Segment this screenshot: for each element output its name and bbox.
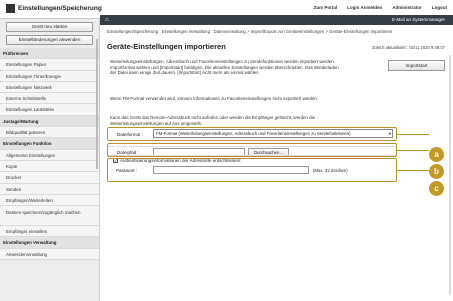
sidebar-section-heading: Einstellungen Funktion bbox=[0, 138, 99, 150]
callout-frame-c bbox=[107, 158, 397, 182]
sidebar-item[interactable]: Externe Schnittstelle bbox=[0, 93, 99, 105]
app-title: Einstellungen/Speicherung bbox=[18, 5, 102, 12]
sidebar-item[interactable]: Drucker bbox=[0, 172, 99, 184]
last-updated-text: Zuletzt aktualisiert : 03/11 2020 9:48:0… bbox=[371, 45, 445, 50]
top-links: Zum Portal Login Anmelden Administrator … bbox=[314, 5, 447, 10]
callout-line-c bbox=[397, 170, 429, 171]
callout-frame-b bbox=[107, 143, 397, 157]
sidebar-item[interactable]: Einstellungen Lautstärke bbox=[0, 104, 99, 116]
import-start-button[interactable]: Importstart bbox=[388, 60, 445, 71]
sidebar-item[interactable]: Senden bbox=[0, 183, 99, 195]
sidebar-item[interactable]: Empfangen/Weiterleiten bbox=[0, 194, 99, 207]
login-user-label: Login Anmelden bbox=[347, 5, 383, 10]
administrator-label: Administrator bbox=[392, 5, 422, 10]
page-title: Geräte-Einstellungen importieren bbox=[107, 42, 226, 51]
sidebar-scrollbar[interactable] bbox=[96, 39, 98, 169]
sub-bar: ⌂ E-Mail an Systemmanager bbox=[100, 15, 453, 25]
callout-a: a bbox=[429, 147, 444, 162]
fm-format-note: Wenn FM-Format verwendet wird, können In… bbox=[110, 96, 319, 101]
logout-link[interactable]: Logout bbox=[432, 5, 447, 10]
sidebar-section-heading: Präferenzen bbox=[0, 48, 99, 60]
callout-b: b bbox=[429, 164, 444, 179]
remote-addressbook-note: Kann das Gerät das Remote-Adressbuch nic… bbox=[110, 115, 316, 126]
sidebar-item[interactable]: Bildqualität justieren bbox=[0, 127, 99, 139]
portal-link[interactable]: Zum Portal bbox=[314, 5, 338, 10]
callout-line-b bbox=[397, 150, 429, 151]
sidebar-menu: Präferenzen Einstellungen Papier Einstellu… bbox=[0, 48, 99, 261]
callout-line-a bbox=[397, 134, 429, 135]
settings-icon bbox=[6, 4, 15, 13]
sidebar-section-heading: Einstellungen Verwaltung bbox=[0, 237, 99, 249]
apply-settings-button[interactable]: Einstelländerungen anwenden bbox=[6, 35, 93, 45]
home-icon[interactable]: ⌂ bbox=[105, 17, 111, 23]
sidebar-item[interactable]: Einstellungen Netzwerk bbox=[0, 81, 99, 94]
breadcrumb: Einstellungen/Speicherung : Einstellunge… bbox=[107, 29, 393, 34]
sidebar: Gerät neu starten Einstelländerungen anw… bbox=[0, 19, 100, 301]
app-brand: Einstellungen/Speicherung bbox=[6, 4, 102, 13]
description-text: Weiterleitungseinstellungen, Adressbuch … bbox=[110, 59, 339, 76]
restart-device-button[interactable]: Gerät neu starten bbox=[6, 22, 93, 32]
sidebar-item[interactable]: Empfänger einstellen bbox=[0, 226, 99, 238]
sidebar-item[interactable]: Kopie bbox=[0, 160, 99, 173]
email-admin-link[interactable]: E-Mail an Systemmanager bbox=[392, 17, 445, 22]
sidebar-section-heading: Justage/Wartung bbox=[0, 115, 99, 128]
sidebar-item[interactable]: Dateien speichern/zugänglich machen bbox=[0, 206, 99, 227]
sidebar-item[interactable]: Einstellungen Timer/Energie bbox=[0, 70, 99, 82]
sidebar-item[interactable]: Einstellungen Papier bbox=[0, 59, 99, 71]
callout-c: c bbox=[429, 181, 444, 196]
sidebar-item[interactable]: Anwenderverwaltung bbox=[0, 248, 99, 261]
sidebar-item[interactable]: Allgemeine Einstellungen bbox=[0, 149, 99, 161]
callout-frame-a bbox=[107, 127, 397, 141]
main-scrollbar[interactable] bbox=[449, 55, 451, 295]
